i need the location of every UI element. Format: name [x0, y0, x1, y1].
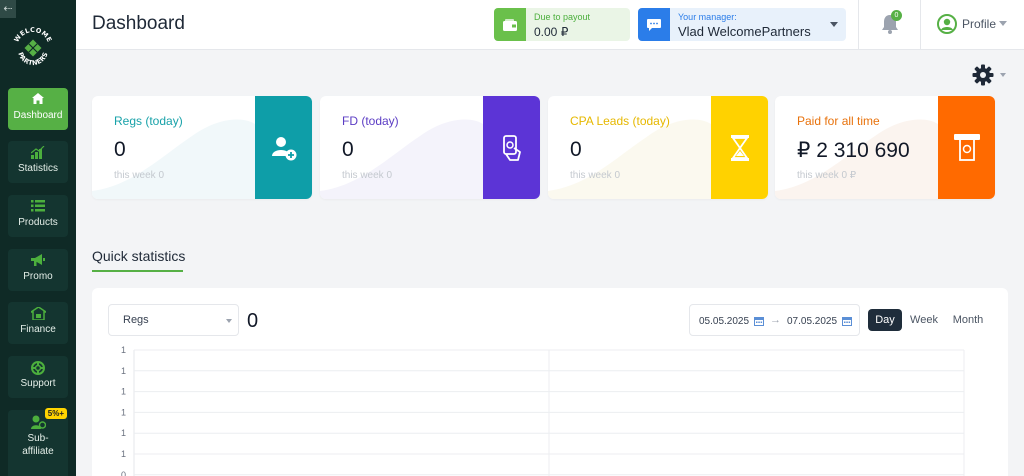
calendar-icon	[754, 317, 764, 326]
card-subvalue: this week 0	[570, 170, 621, 181]
date-from[interactable]: 05.05.2025	[699, 316, 749, 327]
header-divider	[858, 0, 859, 50]
y-tick-label: 1	[121, 345, 126, 355]
card-label: Paid for all time	[797, 114, 880, 128]
profile-menu-button[interactable]: Profile	[962, 17, 996, 31]
payout-value: 0.00 ₽	[534, 25, 569, 39]
hourglass-icon	[711, 96, 768, 199]
period-day-button[interactable]: Day	[868, 309, 902, 331]
sidebar-item-label: Finance	[20, 324, 56, 335]
arrow-right-icon: →	[770, 314, 781, 326]
sidebar: ⇠ WELCOME PARTNERS Dashboard Statistics …	[0, 0, 76, 476]
sidebar-item-label: Statistics	[17, 163, 58, 174]
home-icon	[8, 88, 68, 110]
y-tick-label: 1	[121, 428, 126, 438]
card-value: 0	[342, 138, 354, 161]
page-title: Dashboard	[92, 13, 185, 34]
stat-card-regs: Regs (today) 0 this week 0	[92, 96, 312, 199]
atm-cash-icon	[938, 96, 995, 199]
header-divider	[920, 0, 921, 50]
sidebar-item-sub-affiliate[interactable]: 5%+ Sub-affiliate	[8, 408, 68, 476]
sidebar-item-label: Products	[18, 217, 58, 228]
sidebar-item-promo[interactable]: Promo	[8, 249, 68, 291]
card-label: CPA Leads (today)	[570, 114, 670, 128]
y-tick-label: 1	[121, 449, 126, 459]
period-week-button[interactable]: Week	[905, 309, 943, 331]
manager-name: Vlad WelcomePartners	[678, 24, 811, 39]
gear-icon[interactable]	[972, 64, 994, 86]
card-subvalue: this week 0	[114, 170, 165, 181]
chevron-down-icon	[830, 22, 838, 27]
card-subvalue: this week 0 ₽	[797, 170, 857, 181]
sidebar-collapse-button[interactable]: ⇠	[0, 0, 16, 18]
card-label: FD (today)	[342, 114, 399, 128]
calendar-icon	[842, 317, 852, 326]
wallet-icon	[494, 8, 526, 41]
stat-card-paid-all-time: Paid for all time ₽ 2 310 690 this week …	[775, 96, 995, 199]
period-month-button[interactable]: Month	[946, 309, 990, 331]
sidebar-item-finance[interactable]: Finance	[8, 302, 68, 344]
avatar-icon[interactable]	[937, 14, 957, 34]
finance-icon	[8, 302, 68, 324]
top-header: Dashboard Due to payout 0.00 ₽ Your mana…	[76, 0, 1024, 50]
list-icon	[8, 195, 68, 217]
chat-icon	[638, 8, 670, 41]
lifebuoy-icon	[8, 356, 68, 378]
megaphone-icon	[8, 249, 68, 271]
bar-chart-icon	[8, 141, 68, 163]
y-tick-label: 1	[121, 366, 126, 376]
sidebar-item-products[interactable]: Products	[8, 195, 68, 237]
money-hand-icon	[483, 96, 540, 199]
date-to[interactable]: 07.05.2025	[787, 316, 837, 327]
card-value: ₽ 2 310 690	[797, 139, 910, 162]
card-value: 0	[114, 138, 126, 161]
payout-widget[interactable]: Due to payout 0.00 ₽	[494, 8, 630, 41]
card-label: Regs (today)	[114, 114, 183, 128]
payout-label: Due to payout	[534, 12, 591, 22]
y-tick-label: 1	[121, 387, 126, 397]
sidebar-item-dashboard[interactable]: Dashboard	[8, 88, 68, 130]
sidebar-item-label: Sub-affiliate	[22, 433, 54, 457]
y-tick-label: 0	[121, 470, 126, 476]
stat-card-cpa-leads: CPA Leads (today) 0 this week 0	[548, 96, 768, 199]
metric-select-value: Regs	[123, 314, 149, 326]
chevron-down-icon	[999, 21, 1007, 26]
quick-statistics-chart: 1 1 1 1 1 1 0	[121, 345, 965, 476]
stat-card-fd: FD (today) 0 this week 0	[320, 96, 540, 199]
sidebar-item-support[interactable]: Support	[8, 356, 68, 398]
card-subvalue: this week 0	[342, 170, 393, 181]
welcome-partners-logo[interactable]: WELCOME PARTNERS	[11, 26, 55, 70]
manager-dropdown[interactable]: Your manager: Vlad WelcomePartners	[638, 8, 846, 41]
add-user-icon	[255, 96, 312, 199]
sidebar-item-label: Dashboard	[13, 110, 63, 121]
sidebar-item-label: Promo	[23, 271, 53, 282]
card-value: 0	[570, 138, 582, 161]
metric-select[interactable]: Regs	[108, 304, 239, 336]
sidebar-item-statistics[interactable]: Statistics	[8, 141, 68, 183]
chevron-down-icon	[226, 319, 232, 323]
notification-count-badge: 0	[891, 10, 902, 21]
metric-total: 0	[247, 310, 259, 332]
chevron-down-icon[interactable]	[1000, 73, 1006, 77]
sub-affiliate-badge: 5%+	[44, 408, 67, 419]
manager-label: Your manager:	[678, 12, 737, 22]
tab-underline	[92, 270, 183, 272]
quick-statistics-tab[interactable]: Quick statistics	[92, 248, 185, 264]
y-tick-label: 1	[121, 407, 126, 417]
date-range-picker[interactable]: 05.05.2025 → 07.05.2025	[689, 304, 860, 336]
sidebar-item-label: Support	[20, 378, 56, 389]
